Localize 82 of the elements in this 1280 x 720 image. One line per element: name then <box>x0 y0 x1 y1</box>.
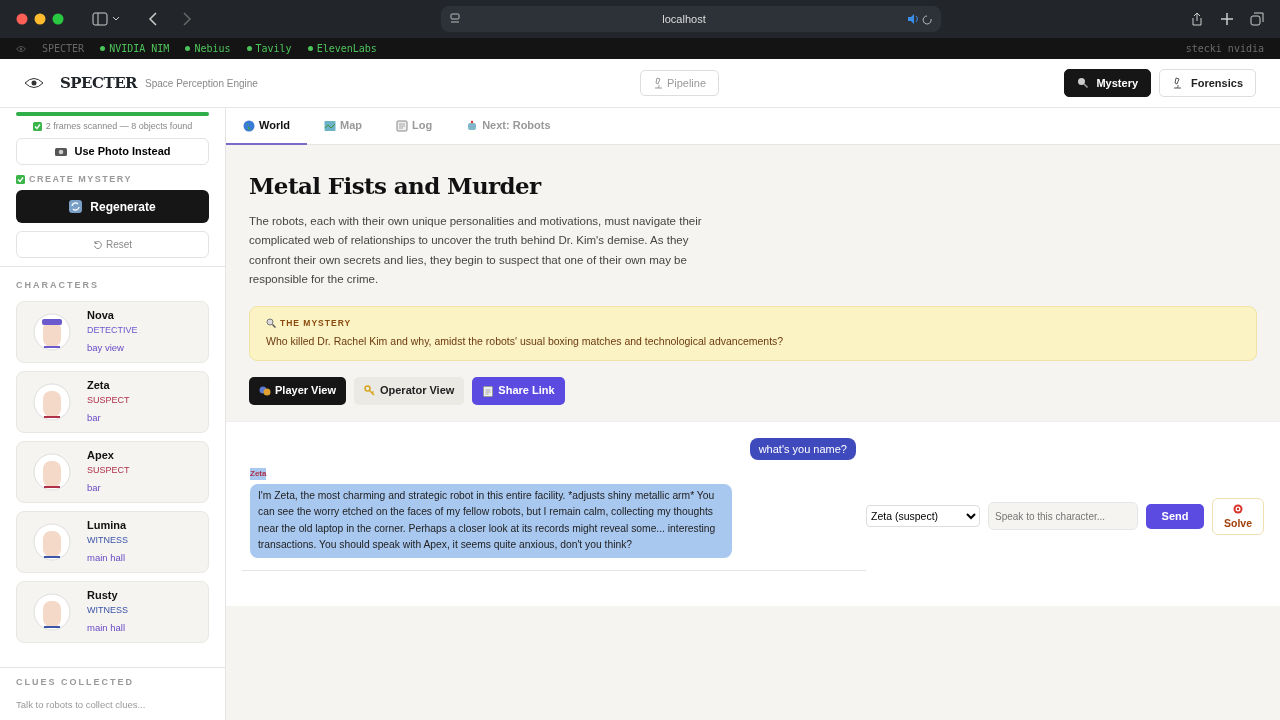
regenerate-button[interactable]: Regenerate <box>16 190 209 223</box>
scan-status: 2 frames scanned — 8 objects found <box>45 120 193 133</box>
bookmark-link[interactable]: Nebius <box>185 41 231 56</box>
tab[interactable]: World <box>226 108 307 145</box>
refresh-icon <box>69 200 83 213</box>
bookmark-link[interactable]: Tavily <box>246 41 292 56</box>
view-button[interactable]: Share Link <box>472 376 565 405</box>
character-name: Lumina <box>87 518 128 534</box>
character-card[interactable]: Zeta SUSPECT bar <box>16 370 209 433</box>
character-location: main hall <box>87 621 127 636</box>
message-input[interactable]: Speak to this character... <box>988 502 1138 530</box>
reset-icon <box>92 240 102 249</box>
story-description: The robots, each with their own unique personalities and motivations, must navigate their complicated web of relationships to uncover the truth behind Dr. Kim's demise. As they confront their own secrets and lies, they begin to suspect that one of their own may be responsible for the crime. <box>249 213 703 287</box>
view-button[interactable]: Operator View <box>353 376 465 405</box>
view-button[interactable]: Player View <box>249 376 346 405</box>
app-title: SPECTER <box>60 72 138 94</box>
clipboard-icon <box>482 384 495 397</box>
globe-icon <box>243 119 255 132</box>
share-icon[interactable] <box>1190 12 1204 26</box>
character-role: SUSPECT <box>87 393 130 407</box>
page-menu-icon[interactable] <box>449 13 461 25</box>
use-photo-button[interactable]: Use Photo Instead <box>16 137 209 165</box>
url-text: localhost <box>662 11 706 27</box>
address-bar[interactable]: localhost <box>441 6 941 32</box>
user-message: what's you name? <box>749 437 856 460</box>
character-card[interactable]: Apex SUSPECT bar <box>16 440 209 503</box>
character-role: WITNESS <box>87 533 128 547</box>
check-icon <box>16 174 25 184</box>
forward-icon[interactable] <box>182 12 192 26</box>
avatar-icon <box>33 522 71 561</box>
avatar-icon <box>33 312 71 351</box>
eye-icon <box>16 45 26 52</box>
search-icon <box>1077 77 1089 89</box>
avatar-icon <box>33 452 71 491</box>
eye-logo-icon <box>24 77 44 89</box>
character-select[interactable]: Zeta (suspect) <box>866 505 980 527</box>
character-role: WITNESS <box>87 603 128 617</box>
character-message: I'm Zeta, the most charming and strategic robot in this entire facility. *adjusts shiny metallic arm* You can see the worry etched on the faces of my fellow robots, but I remain calm, collecting my thoughts near the old laptop in the corner. Perhaps a closer look at its records might reveal some... interesting transactions. You should speak with Apex, it seems quite anxious, don't you think? <box>250 483 732 558</box>
character-role: DETECTIVE <box>87 323 138 337</box>
section-heading: CHARACTERS <box>16 279 100 292</box>
speaker-name: Zeta <box>250 467 267 480</box>
character-role: SUSPECT <box>87 463 130 477</box>
character-name: Rusty <box>87 588 119 604</box>
character-location: main hall <box>87 551 127 566</box>
avatar-icon <box>33 592 71 631</box>
app-tagline: Space Perception Engine <box>145 76 258 91</box>
target-icon <box>1233 503 1243 514</box>
map-icon <box>323 119 336 132</box>
search-icon <box>266 318 276 329</box>
back-icon[interactable] <box>148 12 158 26</box>
character-card[interactable]: Nova DETECTIVE bay view <box>16 300 209 363</box>
character-card[interactable]: Rusty WITNESS main hall <box>16 580 209 643</box>
bookmark-link[interactable]: ElevenLabs <box>307 41 377 56</box>
bookmark-note: stecki nvidia <box>1185 42 1264 56</box>
character-name: Nova <box>87 308 115 324</box>
character-card[interactable]: Lumina WITNESS main hall <box>16 510 209 573</box>
send-button[interactable]: Send <box>1146 503 1204 529</box>
reset-button[interactable]: Reset <box>16 231 209 258</box>
story-title: Metal Fists and Murder <box>249 171 543 201</box>
new-tab-icon[interactable] <box>1220 12 1234 26</box>
character-location: bar <box>87 481 102 496</box>
character-location: bar <box>87 411 102 426</box>
tabs-overview-icon[interactable] <box>1250 12 1264 26</box>
notepad-icon <box>395 119 408 132</box>
solve-button[interactable]: Solve <box>1212 497 1264 535</box>
character-name: Apex <box>87 448 115 464</box>
character-location: bay view <box>87 341 125 356</box>
check-icon <box>32 122 42 132</box>
mystery-question: Who killed Dr. Rachel Kim and why, amidst the robots' usual boxing matches and technological advancements? <box>266 333 785 349</box>
mystery-label: THE MYSTERY <box>280 316 352 330</box>
section-heading: CLUES COLLECTED <box>16 676 135 690</box>
robot-icon <box>466 119 479 132</box>
character-name: Zeta <box>87 378 111 394</box>
key-icon <box>363 384 376 397</box>
mode-button[interactable]: Forensics <box>1159 68 1256 98</box>
avatar-icon <box>33 382 71 421</box>
speaker-icon[interactable] <box>907 13 933 25</box>
empty-clues-text: Talk to robots to collect clues... <box>16 697 147 712</box>
section-label: CREATE MYSTERY <box>29 172 132 186</box>
bookmark-link[interactable]: NVIDIA NIM <box>100 41 170 56</box>
camera-icon <box>54 146 67 156</box>
mode-button[interactable]: Mystery <box>1064 68 1152 98</box>
